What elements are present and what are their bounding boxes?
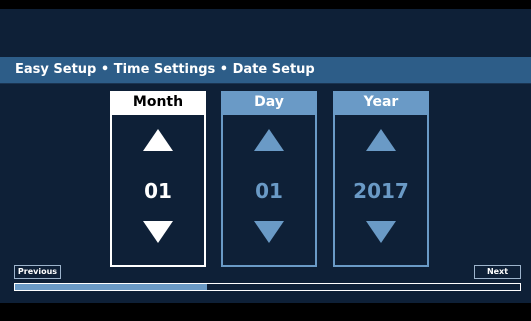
day-decrement-icon[interactable] [254,221,284,243]
setup-screen: Easy Setup • Time Settings • Date Setup … [0,9,531,303]
next-button[interactable]: Next [474,265,521,279]
month-value: 01 [144,179,172,203]
year-picker-body: 2017 [333,113,429,267]
year-increment-icon[interactable] [366,129,396,151]
day-picker[interactable]: Day 01 [221,91,317,267]
day-picker-body: 01 [221,113,317,267]
day-header: Day [221,91,317,113]
month-picker-body: 01 [110,113,206,267]
setup-progress-bar [14,283,521,291]
month-picker[interactable]: Month 01 [110,91,206,267]
month-increment-icon[interactable] [143,129,173,151]
day-value: 01 [255,179,283,203]
year-picker[interactable]: Year 2017 [333,91,429,267]
page-title: Easy Setup • Time Settings • Date Setup [0,57,531,83]
month-header: Month [110,91,206,113]
previous-button[interactable]: Previous [14,265,61,279]
year-value: 2017 [353,179,409,203]
title-divider [0,83,531,84]
month-decrement-icon[interactable] [143,221,173,243]
day-increment-icon[interactable] [254,129,284,151]
year-header: Year [333,91,429,113]
progress-fill [15,284,207,290]
year-decrement-icon[interactable] [366,221,396,243]
